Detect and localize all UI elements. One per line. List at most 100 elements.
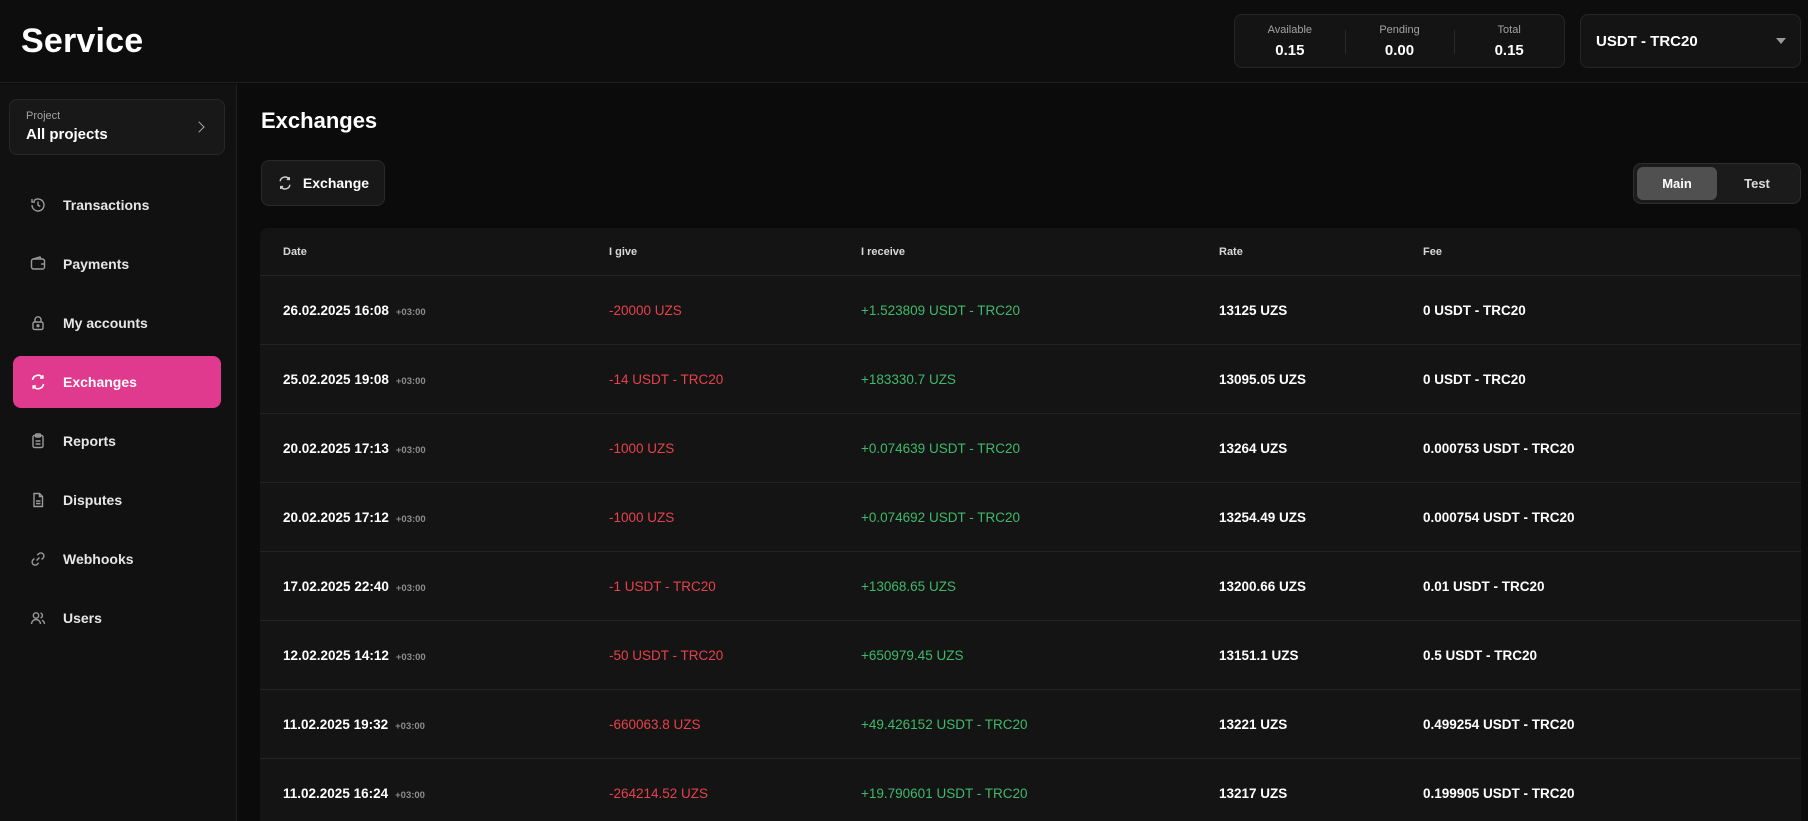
project-label: Project	[26, 110, 61, 122]
cell-give: -660063.8 UZS	[609, 716, 701, 732]
balance-pending: Pending 0.00	[1344, 15, 1455, 67]
cell-give: -20000 UZS	[609, 302, 682, 318]
sidebar-item-label: Transactions	[63, 197, 150, 213]
cell-date: 12.02.2025 14:12 +03:00	[260, 648, 609, 663]
sidebar-item-label: Exchanges	[63, 374, 137, 390]
balance-label: Pending	[1379, 23, 1420, 36]
cell-fee: 0.000753 USDT - TRC20	[1423, 440, 1575, 456]
cell-rate: 13254.49 UZS	[1219, 509, 1307, 525]
table-row[interactable]: 17.02.2025 22:40 +03:00 -1 USDT - TRC20 +13…	[260, 552, 1801, 621]
sidebar-item-webhooks[interactable]: Webhooks	[13, 533, 221, 585]
sidebar-item-label: Disputes	[63, 492, 123, 508]
cell-receive: +650979.45 UZS	[861, 647, 964, 663]
exchange-icon	[29, 373, 47, 391]
table-row[interactable]: 26.02.2025 16:08 +03:00 -20000 UZS +1.52380…	[260, 276, 1801, 345]
timezone-text: +03:00	[395, 582, 426, 594]
sidebar-item-payments[interactable]: Payments	[13, 238, 221, 290]
cell-receive: +13068.65 UZS	[861, 578, 956, 594]
balance-available: Available 0.15	[1235, 15, 1345, 67]
history-icon	[29, 196, 47, 214]
table-row[interactable]: 12.02.2025 14:12 +03:00 -50 USDT - TRC20 +6…	[260, 621, 1801, 690]
cell-fee: 0.01 USDT - TRC20	[1423, 578, 1545, 594]
balance-value: 0.00	[1384, 41, 1415, 59]
cell-date: 11.02.2025 16:24 +03:00	[260, 786, 609, 801]
cell-fee: 0 USDT - TRC20	[1423, 371, 1526, 387]
table-row[interactable]: 11.02.2025 16:24 +03:00 -264214.52 UZS +19.…	[260, 759, 1801, 821]
balance-total: Total 0.15	[1454, 15, 1564, 67]
link-icon	[29, 550, 47, 568]
top-header: Service Available 0.15 Pending 0.00 Tota…	[0, 0, 1808, 83]
timezone-text: +03:00	[395, 375, 426, 387]
sidebar-item-transactions[interactable]: Transactions	[13, 179, 221, 231]
cell-fee: 0.5 USDT - TRC20	[1423, 647, 1538, 663]
cell-rate: 13264 UZS	[1219, 440, 1288, 456]
cell-rate: 13151.1 UZS	[1219, 647, 1299, 663]
balance-label: Available	[1267, 23, 1313, 36]
cell-give: -14 USDT - TRC20	[609, 371, 724, 387]
cell-rate: 13095.05 UZS	[1219, 371, 1307, 387]
app-logo[interactable]: Service	[21, 22, 143, 61]
cell-rate: 13217 UZS	[1219, 785, 1288, 801]
balance-value: 0.15	[1494, 41, 1524, 59]
table-row[interactable]: 25.02.2025 19:08 +03:00 -14 USDT - TRC20 +1…	[260, 345, 1801, 414]
cell-fee: 0.199905 USDT - TRC20	[1423, 785, 1575, 801]
cell-date: 17.02.2025 22:40 +03:00	[260, 579, 609, 594]
toggle-test[interactable]: Test	[1717, 167, 1797, 200]
exchange-button[interactable]: Exchange	[261, 160, 385, 206]
cell-date: 11.02.2025 19:32 +03:00	[260, 717, 609, 732]
lock-icon	[29, 314, 47, 332]
cell-give: -264214.52 UZS	[609, 785, 709, 801]
table-row[interactable]: 20.02.2025 17:12 +03:00 -1000 UZS +0.074692…	[260, 483, 1801, 552]
cell-give: -50 USDT - TRC20	[609, 647, 724, 663]
sidebar: Project All projects Transactions Paymen…	[0, 84, 237, 821]
document-icon	[29, 491, 47, 509]
sidebar-item-disputes[interactable]: Disputes	[13, 474, 221, 526]
page-title: Exchanges	[261, 108, 378, 133]
cell-date: 20.02.2025 17:12 +03:00	[260, 510, 609, 525]
date-text: 20.02.2025 17:13	[283, 440, 389, 456]
timezone-text: +03:00	[395, 651, 426, 663]
date-text: 20.02.2025 17:12	[283, 509, 389, 525]
sidebar-item-exchanges[interactable]: Exchanges	[13, 356, 221, 408]
timezone-text: +03:00	[395, 720, 425, 732]
project-selector[interactable]: Project All projects	[9, 99, 225, 155]
date-text: 17.02.2025 22:40	[283, 578, 389, 594]
date-text: 26.02.2025 16:08	[283, 302, 389, 318]
cell-give: -1000 UZS	[609, 509, 675, 525]
environment-toggle: Main Test	[1633, 163, 1801, 204]
sidebar-item-users[interactable]: Users	[13, 592, 221, 644]
cell-give: -1 USDT - TRC20	[609, 578, 716, 594]
cell-fee: 0 USDT - TRC20	[1423, 302, 1526, 318]
wallet-icon	[29, 255, 47, 273]
column-header-fee: Fee	[1423, 245, 1442, 258]
column-header-receive: I receive	[861, 245, 906, 258]
table-header: Date I give I receive Rate Fee	[260, 228, 1801, 276]
cell-receive: +19.790601 USDT - TRC20	[861, 785, 1028, 801]
timezone-text: +03:00	[395, 513, 426, 525]
exchange-icon	[279, 176, 291, 190]
date-text: 11.02.2025 19:32	[283, 716, 389, 732]
cell-receive: +0.074639 USDT - TRC20	[861, 440, 1020, 456]
column-header-give: I give	[609, 245, 638, 258]
cell-receive: +49.426152 USDT - TRC20	[861, 716, 1028, 732]
table-row[interactable]: 20.02.2025 17:13 +03:00 -1000 UZS +0.074639…	[260, 414, 1801, 483]
timezone-text: +03:00	[395, 789, 425, 801]
sidebar-item-label: Users	[63, 610, 102, 626]
cell-date: 26.02.2025 16:08 +03:00	[260, 303, 609, 318]
cell-date: 25.02.2025 19:08 +03:00	[260, 372, 609, 387]
toggle-main[interactable]: Main	[1637, 167, 1717, 200]
users-icon	[29, 609, 47, 627]
table-row[interactable]: 11.02.2025 19:32 +03:00 -660063.8 UZS +49.4…	[260, 690, 1801, 759]
sidebar-item-label: Payments	[63, 256, 130, 272]
cell-date: 20.02.2025 17:13 +03:00	[260, 441, 609, 456]
cell-give: -1000 UZS	[609, 440, 675, 456]
timezone-text: +03:00	[395, 444, 426, 456]
cell-receive: +1.523809 USDT - TRC20	[861, 302, 1020, 318]
sidebar-item-my-accounts[interactable]: My accounts	[13, 297, 221, 349]
cell-rate: 13200.66 UZS	[1219, 578, 1307, 594]
currency-select[interactable]: USDT - TRC20	[1580, 14, 1801, 68]
sidebar-item-reports[interactable]: Reports	[13, 415, 221, 467]
balance-label: Total	[1497, 23, 1521, 36]
project-value: All projects	[26, 126, 108, 143]
sidebar-item-label: My accounts	[63, 315, 148, 331]
